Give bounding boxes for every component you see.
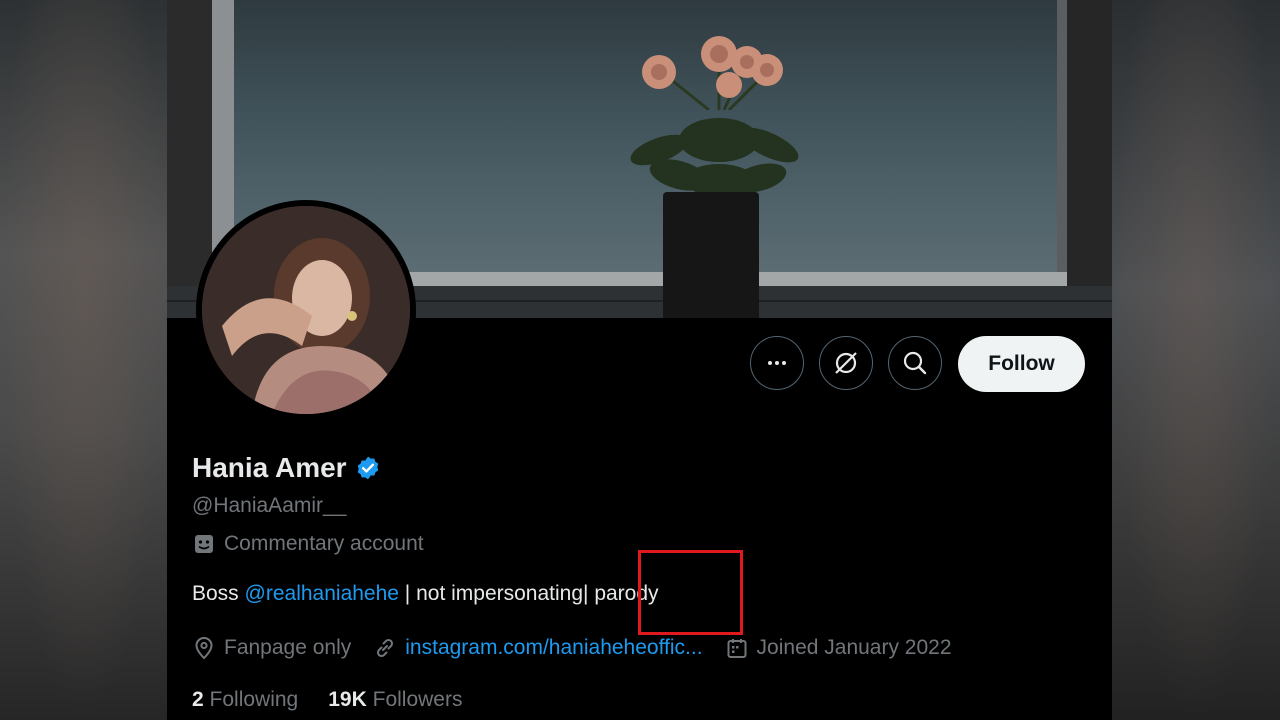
followers-stat[interactable]: 19K Followers: [328, 688, 462, 712]
profile-bio: Boss @realhaniahehe | not impersonating|…: [192, 582, 659, 605]
calendar-icon: [727, 639, 747, 658]
search-icon: [903, 351, 927, 375]
website-item[interactable]: instagram.com/haniaheheoffic...: [373, 636, 703, 660]
location-item: Fanpage only: [192, 636, 351, 660]
blurred-backdrop-left: [0, 0, 167, 720]
search-button[interactable]: [888, 336, 942, 390]
more-icon: [768, 361, 786, 365]
highlight-annotation-box: [638, 550, 743, 635]
verified-badge-icon[interactable]: [355, 455, 381, 481]
banner-pot: [663, 192, 759, 318]
profile-panel: Follow Hania Amer @HaniaAamir__ Commenta…: [167, 0, 1112, 720]
following-stat[interactable]: 2 Following: [192, 688, 298, 712]
follow-button[interactable]: Follow: [958, 336, 1085, 392]
blurred-backdrop-right: [1112, 0, 1280, 720]
grok-button[interactable]: [819, 336, 873, 390]
more-button[interactable]: [750, 336, 804, 390]
location-icon: [195, 636, 213, 660]
bio-mention-link[interactable]: @realhaniahehe: [245, 582, 399, 605]
name-row: Hania Amer: [192, 452, 381, 484]
account-label-text: Commentary account: [224, 532, 424, 555]
joined-item: Joined January 2022: [725, 636, 952, 660]
profile-meta: Fanpage only instagram.com/haniaheheoffi…: [192, 636, 974, 660]
profile-stats: 2 Following 19K Followers: [192, 688, 462, 712]
commentary-mask-icon: [195, 535, 213, 553]
website-link[interactable]: instagram.com/haniaheheoffic...: [405, 636, 702, 660]
account-label[interactable]: Commentary account: [192, 532, 424, 556]
link-icon: [377, 638, 394, 658]
profile-handle: @HaniaAamir__: [192, 494, 347, 517]
display-name: Hania Amer: [192, 452, 347, 483]
banner-roses: [642, 36, 783, 110]
avatar-photo: [202, 206, 410, 414]
grok-icon: [835, 352, 857, 374]
profile-avatar[interactable]: [196, 200, 416, 420]
